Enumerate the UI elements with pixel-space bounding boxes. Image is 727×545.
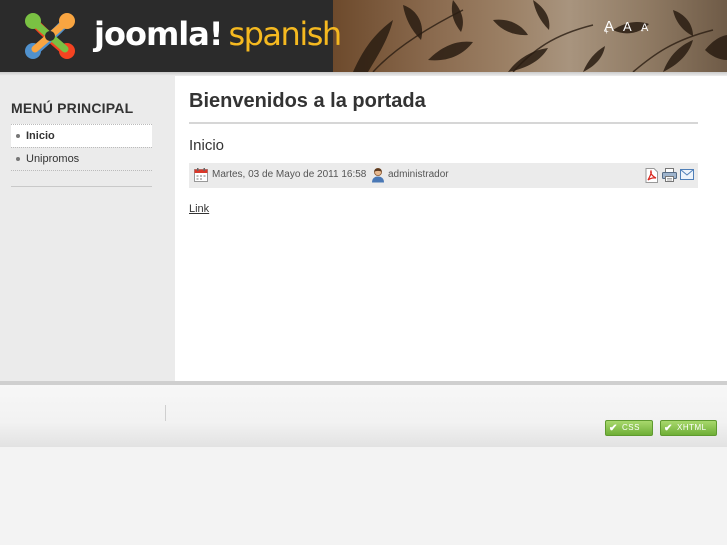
brand-sub: spanish [228, 15, 342, 53]
title-divider [189, 122, 698, 124]
article-link[interactable]: Link [189, 203, 209, 215]
page-title: Bienvenidos a la portada [189, 90, 426, 112]
header-banner-image [333, 0, 727, 72]
joomla-logo[interactable] [22, 8, 78, 64]
article-date: Martes, 03 de Mayo de 2011 16:58 [212, 169, 367, 180]
footer-separator [165, 405, 166, 421]
pdf-icon[interactable] [645, 168, 659, 183]
font-increase-button[interactable]: A+ [604, 18, 614, 52]
article-title: Inicio [189, 137, 225, 154]
xhtml-valid-badge[interactable]: ✔ XHTML [660, 420, 717, 436]
menu-title: MENÚ PRINCIPAL [11, 100, 134, 116]
sidebar: MENÚ PRINCIPAL Inicio Unipromos [0, 76, 175, 381]
sidebar-divider [11, 186, 152, 187]
email-icon[interactable] [680, 169, 694, 180]
print-icon[interactable] [662, 168, 677, 182]
check-icon: ✔ [609, 423, 618, 434]
xhtml-badge-label: XHTML [677, 423, 707, 432]
font-decrease-button[interactable]: A- [641, 22, 648, 49]
site-header: joomla! spanish A+ A A- [0, 0, 727, 72]
page-background [0, 447, 727, 545]
menu-item-label: Unipromos [26, 153, 80, 165]
article-author: administrador [388, 169, 449, 180]
font-decrease-sup: - [641, 26, 644, 35]
font-reset-button[interactable]: A [623, 19, 632, 34]
site-brand[interactable]: joomla! spanish [94, 14, 342, 54]
brand-main: joomla! [94, 15, 223, 53]
bullet-icon [16, 157, 20, 161]
check-icon: ✔ [664, 423, 673, 434]
css-valid-badge[interactable]: ✔ CSS [605, 420, 653, 436]
site-footer: ✔ CSS ✔ XHTML [0, 385, 727, 447]
main-content: Bienvenidos a la portada Inicio Martes, … [175, 76, 727, 381]
menu-item-label: Inicio [26, 130, 55, 142]
article-meta-bar: Martes, 03 de Mayo de 2011 16:58 adminis… [189, 163, 698, 188]
menu-item-inicio[interactable]: Inicio [11, 124, 152, 147]
css-badge-label: CSS [622, 423, 640, 432]
user-icon [372, 168, 384, 183]
font-increase-sup: + [604, 27, 609, 36]
main-menu: Inicio Unipromos [11, 124, 152, 171]
menu-item-unipromos[interactable]: Unipromos [11, 147, 152, 171]
bullet-icon [16, 134, 20, 138]
calendar-icon [194, 168, 208, 182]
